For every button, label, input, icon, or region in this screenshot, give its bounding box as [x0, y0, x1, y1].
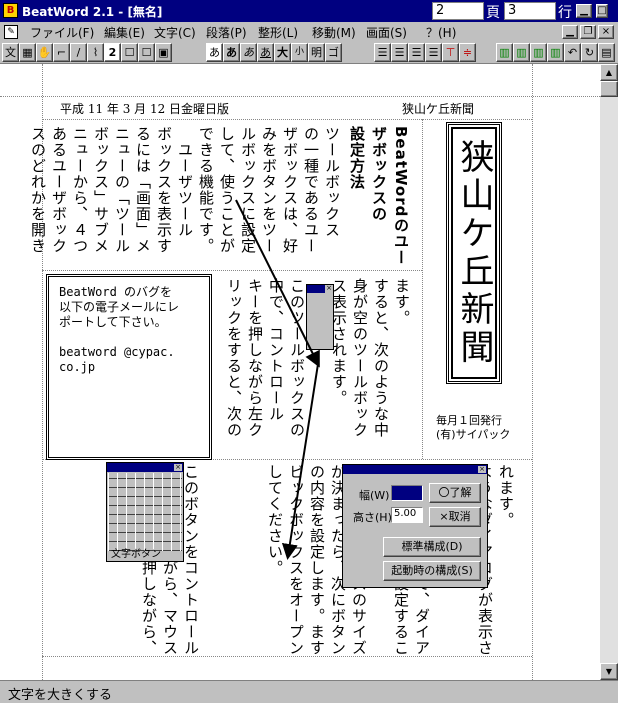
menu-char[interactable]: 文字(C)	[154, 24, 196, 41]
column-icon: ▥	[499, 46, 510, 59]
doc-close-button[interactable]: ×	[598, 25, 614, 39]
vertical-top-button[interactable]: ⊤	[442, 43, 459, 62]
char-mincho-button[interactable]: 明	[308, 43, 325, 62]
doc-button[interactable]: ▤	[598, 43, 615, 62]
line-label: 行	[558, 5, 572, 21]
document-icon: ▤	[601, 46, 612, 59]
tool-box[interactable]: ☐	[138, 43, 155, 62]
down-arrow-icon: ▼	[605, 667, 613, 676]
arrow-lines	[235, 199, 320, 560]
menu-move[interactable]: 移動(M)	[312, 24, 356, 41]
tool-hand[interactable]: ✋	[36, 43, 53, 62]
doc-minimize-button[interactable]: ▁	[562, 25, 578, 39]
align-center-button[interactable]: ☰	[391, 43, 408, 62]
char-gothic-button[interactable]: ゴ	[325, 43, 342, 62]
align-right-icon: ☰	[411, 46, 422, 59]
tool-line[interactable]: /	[70, 43, 87, 62]
tool-freehand[interactable]: ⌇	[87, 43, 104, 62]
redo-icon: ↻	[584, 46, 595, 59]
arrow-to-empty-toolbox	[235, 199, 320, 368]
maximize-button[interactable]: □	[596, 4, 608, 18]
vertical-center-icon: ≑	[462, 46, 473, 59]
title-bar: B BeatWord 2.1 - [無名] 2 頁 3 行 ▁ □	[0, 0, 618, 22]
line-number-field[interactable]: 3	[504, 2, 556, 20]
minimize-icon: ▁	[566, 26, 574, 37]
status-text: 文字を大きくする	[8, 688, 113, 703]
redo-button[interactable]: ↻	[581, 43, 598, 62]
align-justify-button[interactable]: ☰	[425, 43, 442, 62]
window-title: BeatWord 2.1 - [無名]	[22, 5, 163, 19]
restore-icon: ❐	[583, 26, 593, 37]
close-icon: ×	[601, 26, 611, 37]
align-justify-icon: ☰	[428, 46, 439, 59]
undo-button[interactable]: ↶	[564, 43, 581, 62]
up-arrow-icon: ▲	[605, 68, 613, 77]
align-left-button[interactable]: ☰	[374, 43, 391, 62]
column-icon: ▥	[550, 46, 561, 59]
char-bold-button[interactable]: あ	[223, 43, 240, 62]
vertical-center-button[interactable]: ≑	[459, 43, 476, 62]
minimize-icon: ▁	[580, 5, 588, 16]
tool-border[interactable]: ▣	[155, 43, 172, 62]
tool-corner[interactable]: ⌐	[53, 43, 70, 62]
tool-char[interactable]: 文	[2, 43, 19, 62]
menu-help[interactable]: ？(H)	[426, 24, 456, 41]
menu-bar: ✎ ファイル(F) 編集(E) 文字(C) 段落(P) 整形(L) 移動(M) …	[0, 22, 618, 42]
vertical-align-icon: ⊤	[445, 46, 456, 59]
toolbar: 文 ▦ ✋ ⌐ / ⌇ 2 ☐ ☐ ▣ あ あ あ あ 大 小 明 ゴ ☰ ☰ …	[0, 42, 618, 64]
scroll-down-button[interactable]: ▼	[600, 663, 618, 680]
undo-icon: ↶	[567, 46, 578, 59]
char-small-button[interactable]: 小	[291, 43, 308, 62]
menu-paragraph[interactable]: 段落(P)	[206, 24, 247, 41]
doc-restore-button[interactable]: ❐	[580, 25, 596, 39]
column-insert4-button[interactable]: ▥	[547, 43, 564, 62]
vertical-scrollbar[interactable]: ▲ ▼	[600, 64, 618, 680]
char-italic-button[interactable]: あ	[240, 43, 257, 62]
column-insert2-button[interactable]: ▥	[513, 43, 530, 62]
scroll-thumb[interactable]	[600, 81, 618, 97]
char-normal-button[interactable]: あ	[206, 43, 223, 62]
column-insert-button[interactable]: ▥	[496, 43, 513, 62]
align-right-button[interactable]: ☰	[408, 43, 425, 62]
page-number-field[interactable]: 2	[432, 2, 484, 20]
scroll-up-button[interactable]: ▲	[600, 64, 618, 81]
menu-edit[interactable]: 編集(E)	[104, 24, 145, 41]
menu-file[interactable]: ファイル(F)	[30, 24, 94, 41]
document-canvas[interactable]: 平成 11 年 3 月 12 日金曜日版 狭山ケ丘新聞 狭山ケ丘新聞 毎月１回発…	[0, 64, 600, 680]
column-icon: ▥	[516, 46, 527, 59]
align-center-icon: ☰	[394, 46, 405, 59]
status-bar: 文字を大きくする	[0, 680, 618, 703]
app-icon[interactable]: B	[3, 3, 18, 18]
char-large-button[interactable]: 大	[274, 43, 291, 62]
arrow-to-bottom-text	[281, 363, 319, 560]
column-insert3-button[interactable]: ▥	[530, 43, 547, 62]
page-label: 頁	[486, 5, 500, 21]
tool-frame[interactable]: ☐	[121, 43, 138, 62]
tool-table[interactable]: ▦	[19, 43, 36, 62]
menu-format[interactable]: 整形(L)	[258, 24, 298, 41]
align-left-icon: ☰	[377, 46, 388, 59]
tool-zoom[interactable]: 2	[104, 43, 121, 62]
doc-icon[interactable]: ✎	[4, 25, 18, 39]
char-underline-button[interactable]: あ	[257, 43, 274, 62]
column-icon: ▥	[533, 46, 544, 59]
maximize-icon: □	[597, 5, 607, 16]
menu-view[interactable]: 画面(S)	[366, 24, 407, 41]
minimize-button[interactable]: ▁	[576, 4, 592, 18]
